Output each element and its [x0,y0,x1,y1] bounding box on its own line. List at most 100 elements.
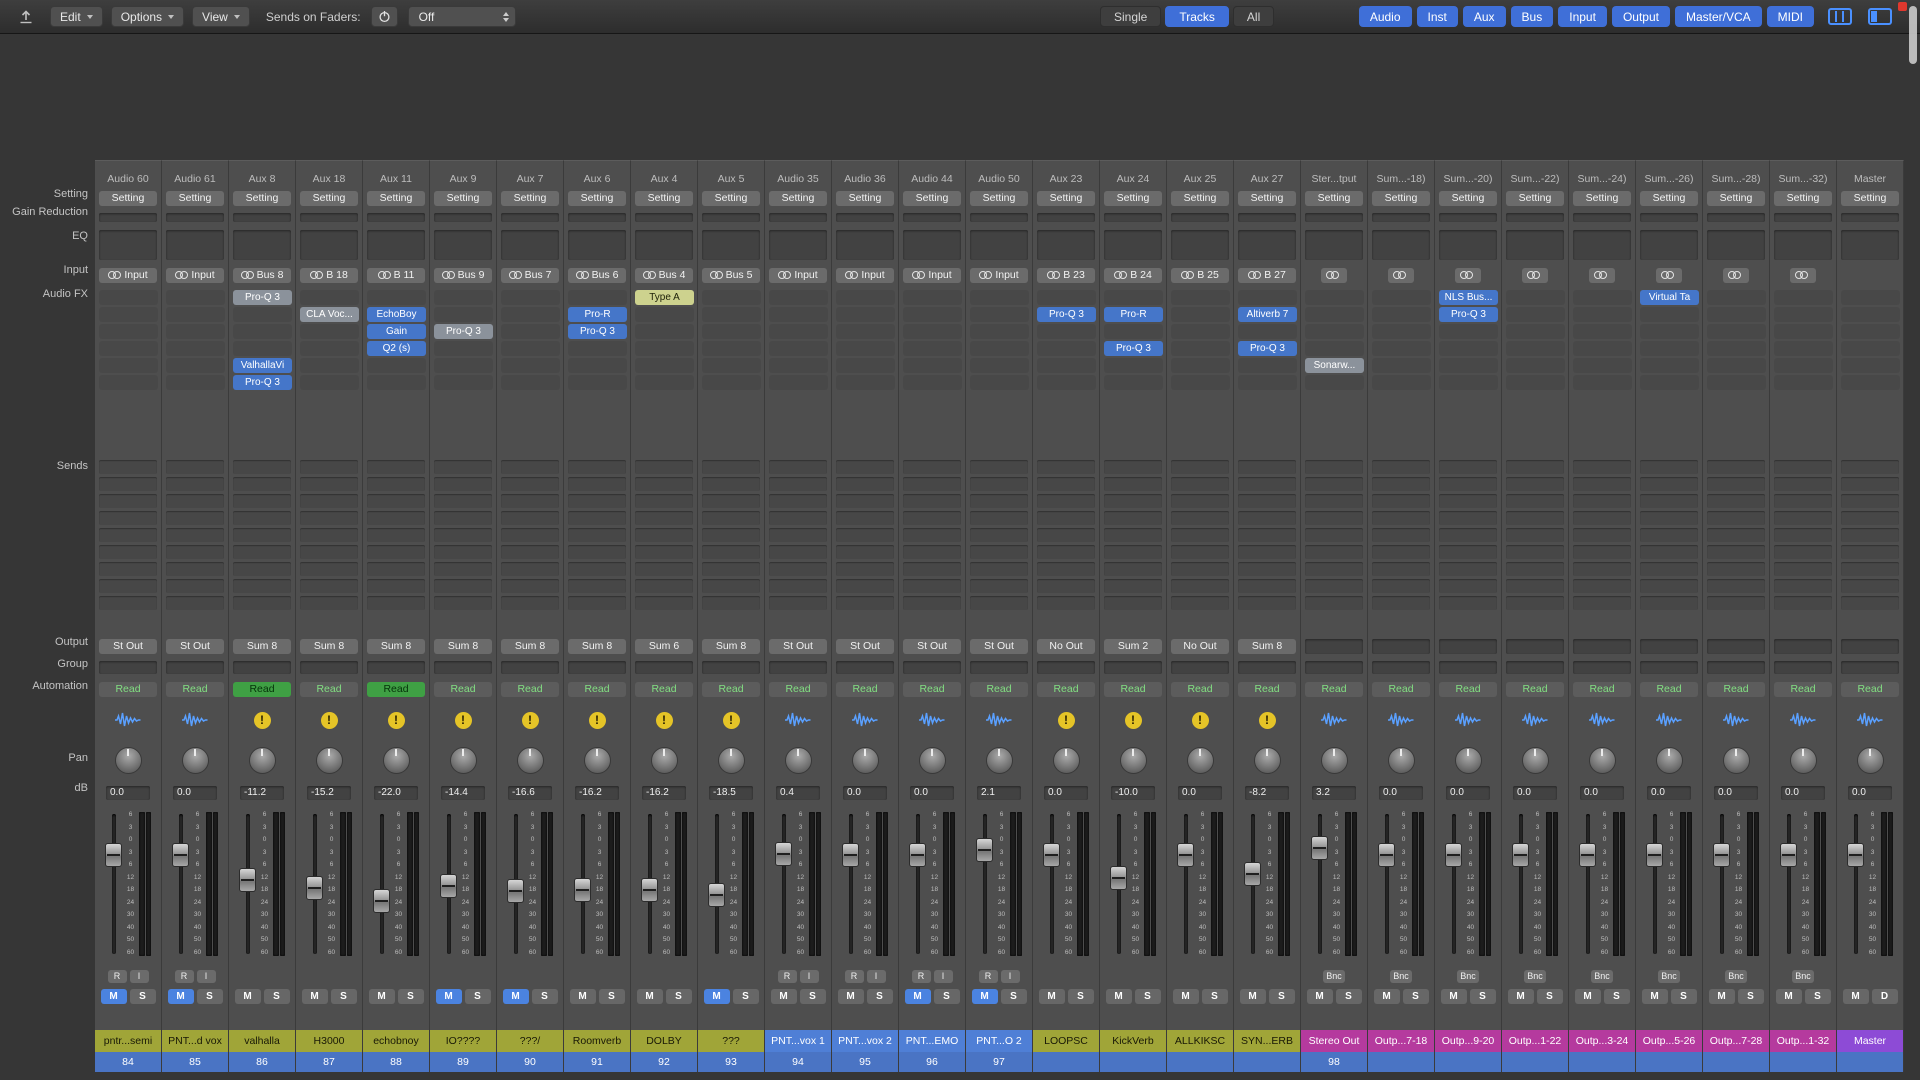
send-slot[interactable] [1439,562,1497,576]
audio-fx-slot[interactable] [702,375,761,390]
track-name[interactable]: echobnoy [363,1030,429,1052]
send-slot[interactable] [1640,477,1698,491]
eq-display[interactable] [1841,230,1899,260]
input-button[interactable] [1455,268,1481,283]
audio-fx-slot[interactable] [1506,341,1565,356]
solo-button[interactable]: S [1202,989,1228,1004]
send-slot[interactable] [300,477,358,491]
eq-display[interactable] [1037,230,1095,260]
setting-button[interactable]: Setting [367,191,425,206]
send-slot[interactable] [1037,528,1095,542]
send-slot[interactable] [1037,579,1095,593]
input-button[interactable]: B 18 [300,268,358,283]
audio-fx-slot[interactable] [1305,290,1364,305]
audio-fx-slot[interactable] [1037,375,1096,390]
send-slot[interactable] [434,545,492,559]
audio-fx-slot[interactable] [367,375,426,390]
output-button[interactable]: St Out [903,639,961,654]
mute-button[interactable]: M [1240,989,1266,1004]
bounce-button[interactable]: Bnc [1658,970,1680,983]
pan-knob[interactable] [584,747,611,774]
send-slot[interactable] [1372,460,1430,474]
pan-knob[interactable] [1723,747,1750,774]
track-number[interactable]: 90 [497,1052,563,1072]
audio-fx-slot[interactable] [367,358,426,373]
fader-track[interactable] [1579,812,1596,956]
track-number[interactable]: 88 [363,1052,429,1072]
send-slot[interactable] [1774,545,1832,559]
pan-knob[interactable] [182,747,209,774]
audio-fx-slot[interactable] [1171,341,1230,356]
send-slot[interactable] [1305,477,1363,491]
solo-button[interactable]: S [264,989,290,1004]
audio-fx-slot[interactable] [1841,341,1900,356]
send-slot[interactable] [233,460,291,474]
audio-fx-slot[interactable] [99,375,158,390]
volume-db-value[interactable]: 0.0 [1446,786,1490,800]
audio-fx-slot[interactable] [1640,307,1699,322]
send-slot[interactable] [434,477,492,491]
send-slot[interactable] [166,528,224,542]
send-slot[interactable] [501,596,559,610]
send-slot[interactable] [635,596,693,610]
send-slot[interactable] [300,460,358,474]
send-slot[interactable] [1305,511,1363,525]
send-slot[interactable] [970,579,1028,593]
setting-button[interactable]: Setting [903,191,961,206]
audio-fx-slot[interactable] [1305,375,1364,390]
fader-cap[interactable] [1512,843,1529,867]
menu-button-options[interactable]: Options [111,6,184,27]
solo-button[interactable]: S [733,989,759,1004]
fader-cap[interactable] [105,843,122,867]
send-slot[interactable] [300,545,358,559]
plugin-gain[interactable]: Gain [367,324,426,339]
track-name[interactable]: PNT...vox 2 [832,1030,898,1052]
audio-fx-slot[interactable] [1841,307,1900,322]
send-slot[interactable] [702,494,760,508]
send-slot[interactable] [367,596,425,610]
send-slot[interactable] [1104,460,1162,474]
audio-fx-slot[interactable] [836,324,895,339]
track-name[interactable]: PNT...O 2 [966,1030,1032,1052]
audio-fx-slot[interactable] [836,290,895,305]
mute-button[interactable]: M [1173,989,1199,1004]
audio-fx-slot[interactable] [769,358,828,373]
audio-fx-slot[interactable] [903,324,962,339]
send-slot[interactable] [702,460,760,474]
audio-fx-slot[interactable] [970,307,1029,322]
mute-button[interactable]: M [838,989,864,1004]
fader-cap[interactable] [775,842,792,866]
send-slot[interactable] [1238,579,1296,593]
track-number[interactable]: 85 [162,1052,228,1072]
fader-cap[interactable] [1646,843,1663,867]
group-slot[interactable] [1305,661,1363,674]
audio-fx-slot[interactable] [166,341,225,356]
volume-db-value[interactable]: -14.4 [441,786,485,800]
output-button[interactable]: Sum 8 [300,639,358,654]
eq-display[interactable] [702,230,760,260]
solo-button[interactable]: S [1537,989,1563,1004]
volume-db-value[interactable]: -16.2 [575,786,619,800]
eq-display[interactable] [970,230,1028,260]
send-slot[interactable] [367,579,425,593]
solo-button[interactable]: S [1135,989,1161,1004]
audio-fx-slot[interactable] [635,341,694,356]
pan-knob[interactable] [1053,747,1080,774]
audio-fx-slot[interactable] [1707,358,1766,373]
audio-fx-slot[interactable] [702,324,761,339]
audio-fx-slot[interactable] [1573,358,1632,373]
track-number[interactable]: 98 [1301,1052,1367,1072]
menu-button-edit[interactable]: Edit [50,6,103,27]
send-slot[interactable] [1171,528,1229,542]
send-slot[interactable] [1640,511,1698,525]
fader-track[interactable] [1110,812,1127,956]
setting-button[interactable]: Setting [1640,191,1698,206]
mute-button[interactable]: M [1039,989,1065,1004]
send-slot[interactable] [1506,511,1564,525]
send-slot[interactable] [166,477,224,491]
setting-button[interactable]: Setting [1104,191,1162,206]
track-name[interactable]: ALLKIKSC [1167,1030,1233,1052]
audio-fx-slot[interactable] [1037,341,1096,356]
track-number[interactable] [1234,1052,1300,1072]
send-slot[interactable] [99,477,157,491]
